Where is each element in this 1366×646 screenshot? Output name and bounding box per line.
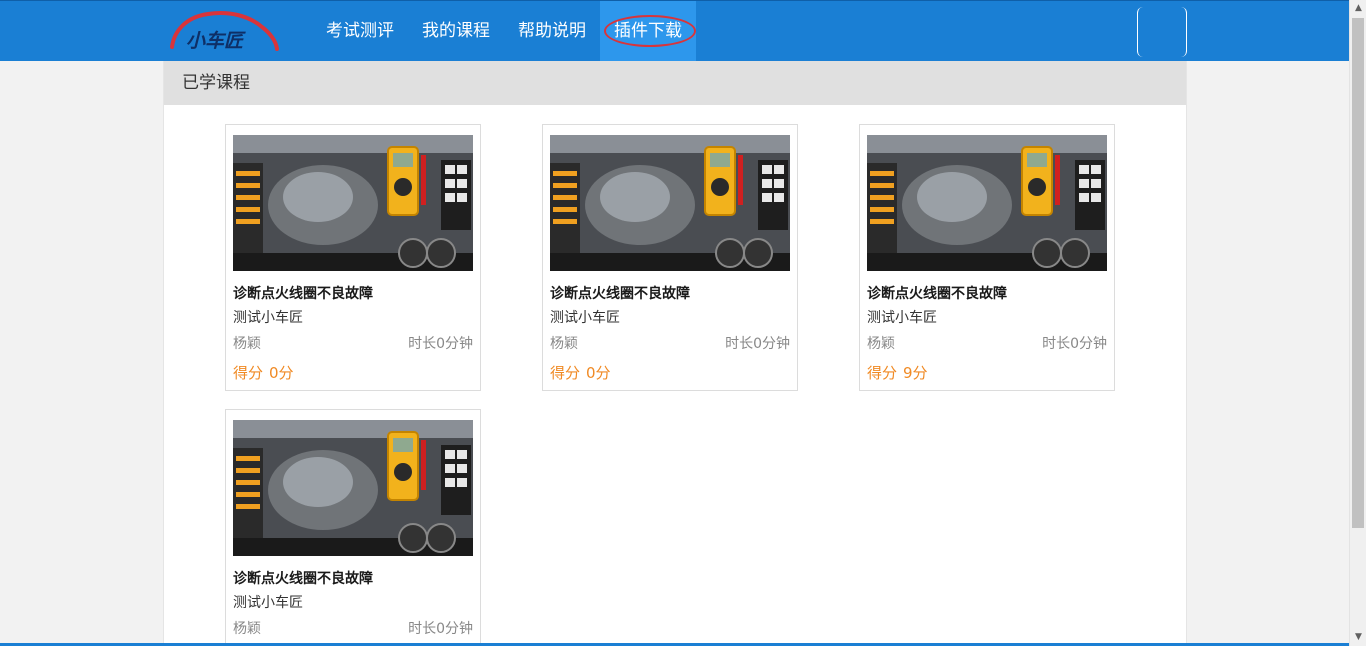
score-label: 得分	[867, 364, 898, 382]
score-value: 9分	[903, 364, 928, 382]
course-score: 得分 9分	[867, 362, 928, 383]
nav-item-label: 考试测评	[326, 21, 394, 41]
main-nav: 考试测评 我的课程 帮助说明 插件下载	[312, 1, 696, 62]
user-avatar[interactable]	[1137, 7, 1187, 57]
engine-bay-multimeter-image	[550, 135, 790, 271]
course-thumbnail[interactable]	[867, 135, 1107, 271]
nav-item-label: 帮助说明	[518, 21, 586, 41]
course-duration: 时长0分钟	[408, 621, 473, 637]
course-score: 得分 0分	[550, 362, 611, 383]
arrow-up-icon[interactable]: ▲	[1350, 0, 1366, 17]
engine-bay-multimeter-image	[233, 135, 473, 271]
course-title[interactable]: 诊断点火线圈不良故障	[233, 283, 373, 303]
score-label: 得分	[550, 364, 581, 382]
course-card[interactable]: 诊断点火线圈不良故障 测试小车匠 杨颖 时长0分钟	[225, 409, 481, 646]
course-duration: 时长0分钟	[725, 336, 790, 352]
course-duration: 时长0分钟	[408, 336, 473, 352]
course-subtitle: 测试小车匠	[867, 310, 937, 326]
course-author: 杨颖	[233, 621, 261, 637]
section-title: 已学课程	[182, 73, 250, 93]
course-thumbnail[interactable]	[550, 135, 790, 271]
nav-item-plugin-download[interactable]: 插件下载	[600, 1, 696, 62]
course-title[interactable]: 诊断点火线圈不良故障	[550, 283, 690, 303]
score-value: 0分	[586, 364, 611, 382]
logo[interactable]: 小车匠	[166, 9, 280, 53]
course-author: 杨颖	[867, 336, 895, 352]
course-thumbnail[interactable]	[233, 420, 473, 556]
nav-item-exam[interactable]: 考试测评	[312, 1, 408, 62]
section-header: 已学课程	[164, 61, 1186, 105]
course-thumbnail[interactable]	[233, 135, 473, 271]
course-card[interactable]: 诊断点火线圈不良故障 测试小车匠 杨颖 时长0分钟 得分 9分	[859, 124, 1115, 391]
score-value: 0分	[269, 364, 294, 382]
highlight-ring	[604, 15, 696, 47]
nav-item-label: 我的课程	[422, 21, 490, 41]
main-content: 已学课程 诊断点火线圈不良故障 测试小车匠 杨颖 时长0分钟 得分 0分 诊断点…	[163, 61, 1187, 646]
nav-item-my-courses[interactable]: 我的课程	[408, 1, 504, 62]
course-duration: 时长0分钟	[1042, 336, 1107, 352]
course-subtitle: 测试小车匠	[550, 310, 620, 326]
course-author: 杨颖	[233, 336, 261, 352]
logo-text: 小车匠	[186, 30, 246, 52]
engine-bay-multimeter-image	[867, 135, 1107, 271]
course-card[interactable]: 诊断点火线圈不良故障 测试小车匠 杨颖 时长0分钟 得分 0分	[225, 124, 481, 391]
score-label: 得分	[233, 364, 264, 382]
course-title[interactable]: 诊断点火线圈不良故障	[233, 568, 373, 588]
course-author: 杨颖	[550, 336, 578, 352]
course-card[interactable]: 诊断点火线圈不良故障 测试小车匠 杨颖 时长0分钟 得分 0分	[542, 124, 798, 391]
course-subtitle: 测试小车匠	[233, 310, 303, 326]
scrollbar-thumb[interactable]	[1352, 18, 1364, 528]
arrow-down-icon[interactable]: ▼	[1350, 629, 1366, 646]
nav-item-help[interactable]: 帮助说明	[504, 1, 600, 62]
engine-bay-multimeter-image	[233, 420, 473, 556]
top-nav-bar: 小车匠 考试测评 我的课程 帮助说明 插件下载	[0, 0, 1349, 62]
vertical-scrollbar[interactable]: ▲ ▼	[1349, 0, 1366, 646]
course-subtitle: 测试小车匠	[233, 595, 303, 611]
course-title[interactable]: 诊断点火线圈不良故障	[867, 283, 1007, 303]
course-score: 得分 0分	[233, 362, 294, 383]
